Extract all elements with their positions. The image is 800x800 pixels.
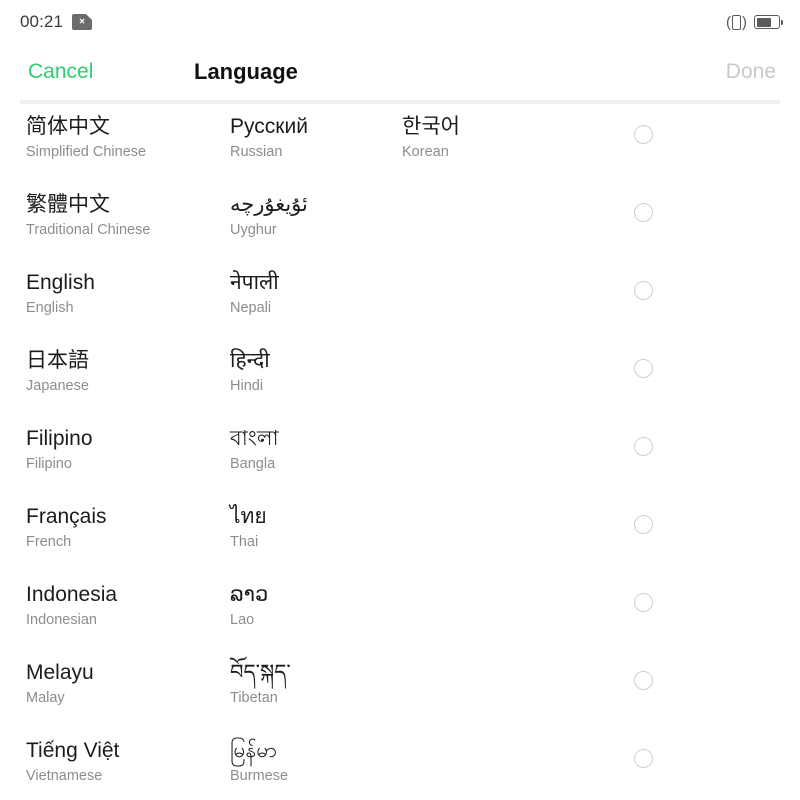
language-row[interactable]: Indonesia Indonesian ລາວ Lao: [0, 572, 800, 650]
language-row[interactable]: 日本語 Japanese हिन्दी Hindi: [0, 338, 800, 416]
language-english-name: Simplified Chinese: [26, 144, 147, 160]
language-option[interactable]: བོད་སྐད་ Tibetan: [230, 659, 291, 708]
language-native-name: မြန်မာ: [230, 739, 278, 762]
language-option[interactable]: ລາວ Lao: [230, 581, 268, 630]
language-native-name: বাংলা: [230, 427, 279, 450]
language-native-name: ئۇيغۇرچە: [230, 193, 308, 216]
language-option[interactable]: Français French: [26, 503, 107, 552]
language-row[interactable]: Filipino Filipino বাংলা Bangla: [0, 416, 800, 494]
page-title: Language: [194, 59, 298, 84]
language-option[interactable]: English English: [26, 269, 95, 318]
language-native-name: Русский: [230, 115, 308, 138]
language-option[interactable]: 日本語 Japanese: [26, 347, 89, 396]
language-native-name: नेपाली: [230, 271, 279, 294]
language-option[interactable]: नेपाली Nepali: [230, 269, 279, 318]
language-row[interactable]: Melayu Malay བོད་སྐད་ Tibetan: [0, 650, 800, 728]
language-english-name: Lao: [230, 612, 255, 628]
language-option[interactable]: हिन्दी Hindi: [230, 347, 270, 396]
language-native-name: 繁體中文: [26, 193, 110, 216]
language-native-name: Melayu: [26, 661, 94, 684]
phone-screen: 00:21 × ( ) Cancel Language Done 简体中文 Sim…: [0, 0, 800, 800]
language-option[interactable]: ئۇيغۇرچە Uyghur: [230, 191, 308, 240]
navigation-bar: Cancel Language Done: [0, 44, 800, 100]
language-radio-button[interactable]: [634, 281, 653, 300]
status-clock: 00:21: [20, 12, 64, 31]
language-option[interactable]: Русский Russian: [230, 113, 308, 162]
language-english-name: Vietnamese: [26, 768, 103, 784]
language-radio-button[interactable]: [634, 437, 653, 456]
language-english-name: Filipino: [26, 456, 72, 472]
battery-icon: [754, 15, 783, 29]
language-english-name: Uyghur: [230, 222, 277, 238]
language-option[interactable]: বাংলা Bangla: [230, 425, 279, 474]
language-row[interactable]: English English नेपाली Nepali: [0, 260, 800, 338]
language-option[interactable]: 简体中文 Simplified Chinese: [26, 113, 146, 162]
status-bar: 00:21 × ( ): [0, 0, 800, 44]
language-option[interactable]: မြန်မာ Burmese: [230, 737, 288, 786]
language-option[interactable]: Tiếng Việt Vietnamese: [26, 737, 119, 786]
language-english-name: Burmese: [230, 768, 289, 784]
language-native-name: Filipino: [26, 427, 93, 450]
language-option[interactable]: 繁體中文 Traditional Chinese: [26, 191, 150, 240]
language-radio-button[interactable]: [634, 671, 653, 690]
language-native-name: English: [26, 271, 95, 294]
language-radio-button[interactable]: [634, 125, 653, 144]
vibrate-wave-right: ): [742, 13, 747, 31]
language-native-name: 한국어: [402, 115, 460, 138]
sim-error-mark: ×: [79, 16, 85, 28]
language-english-name: Malay: [26, 690, 65, 706]
language-radio-button[interactable]: [634, 515, 653, 534]
language-row[interactable]: 简体中文 Simplified Chinese Русский Russian 한국어 K…: [0, 104, 800, 182]
done-button[interactable]: Done: [726, 60, 776, 84]
status-bar-right: ( ): [726, 13, 783, 31]
language-native-name: Indonesia: [26, 583, 118, 606]
language-english-name: Nepali: [230, 300, 272, 316]
language-native-name: བོད་སྐད་: [230, 661, 291, 684]
language-english-name: Tibetan: [230, 690, 278, 706]
language-option[interactable]: Indonesia Indonesian: [26, 581, 117, 630]
language-english-name: Japanese: [26, 378, 89, 394]
language-native-name: हिन्दी: [230, 349, 270, 372]
language-option[interactable]: ไทย Thai: [230, 503, 267, 552]
language-row[interactable]: 繁體中文 Traditional Chinese ئۇيغۇرچە Uyghur: [0, 182, 800, 260]
language-row[interactable]: Tiếng Việt Vietnamese မြန်မာ Burmese: [0, 728, 800, 800]
language-radio-button[interactable]: [634, 749, 653, 768]
vibrate-mode-icon: ( ): [726, 13, 747, 31]
language-native-name: ລາວ: [230, 583, 269, 606]
language-english-name: Hindi: [230, 378, 264, 394]
language-list[interactable]: 简体中文 Simplified Chinese Русский Russian 한국어 K…: [0, 104, 800, 800]
language-native-name: Tiếng Việt: [26, 739, 120, 762]
language-native-name: Français: [26, 505, 107, 528]
language-row[interactable]: Français French ไทย Thai: [0, 494, 800, 572]
language-english-name: French: [26, 534, 72, 550]
language-english-name: English: [26, 300, 74, 316]
language-english-name: Russian: [230, 144, 283, 160]
language-english-name: Korean: [402, 144, 449, 160]
vibrate-device-body: [732, 14, 741, 30]
status-bar-left: 00:21 ×: [20, 12, 93, 32]
cancel-button[interactable]: Cancel: [28, 60, 93, 84]
language-english-name: Indonesian: [26, 612, 97, 628]
language-english-name: Thai: [230, 534, 259, 550]
language-option[interactable]: 한국어 Korean: [402, 113, 460, 162]
language-english-name: Traditional Chinese: [26, 222, 151, 238]
language-native-name: 简体中文: [26, 115, 110, 138]
language-english-name: Bangla: [230, 456, 276, 472]
battery-level-fill: [756, 17, 771, 27]
language-native-name: 日本語: [26, 349, 89, 372]
language-option[interactable]: Melayu Malay: [26, 659, 94, 708]
language-radio-button[interactable]: [634, 359, 653, 378]
language-radio-button[interactable]: [634, 203, 653, 222]
language-native-name: ไทย: [230, 505, 267, 528]
language-option[interactable]: Filipino Filipino: [26, 425, 93, 474]
vibrate-wave-left: (: [726, 13, 731, 31]
language-radio-button[interactable]: [634, 593, 653, 612]
sim-error-icon: ×: [72, 14, 93, 30]
